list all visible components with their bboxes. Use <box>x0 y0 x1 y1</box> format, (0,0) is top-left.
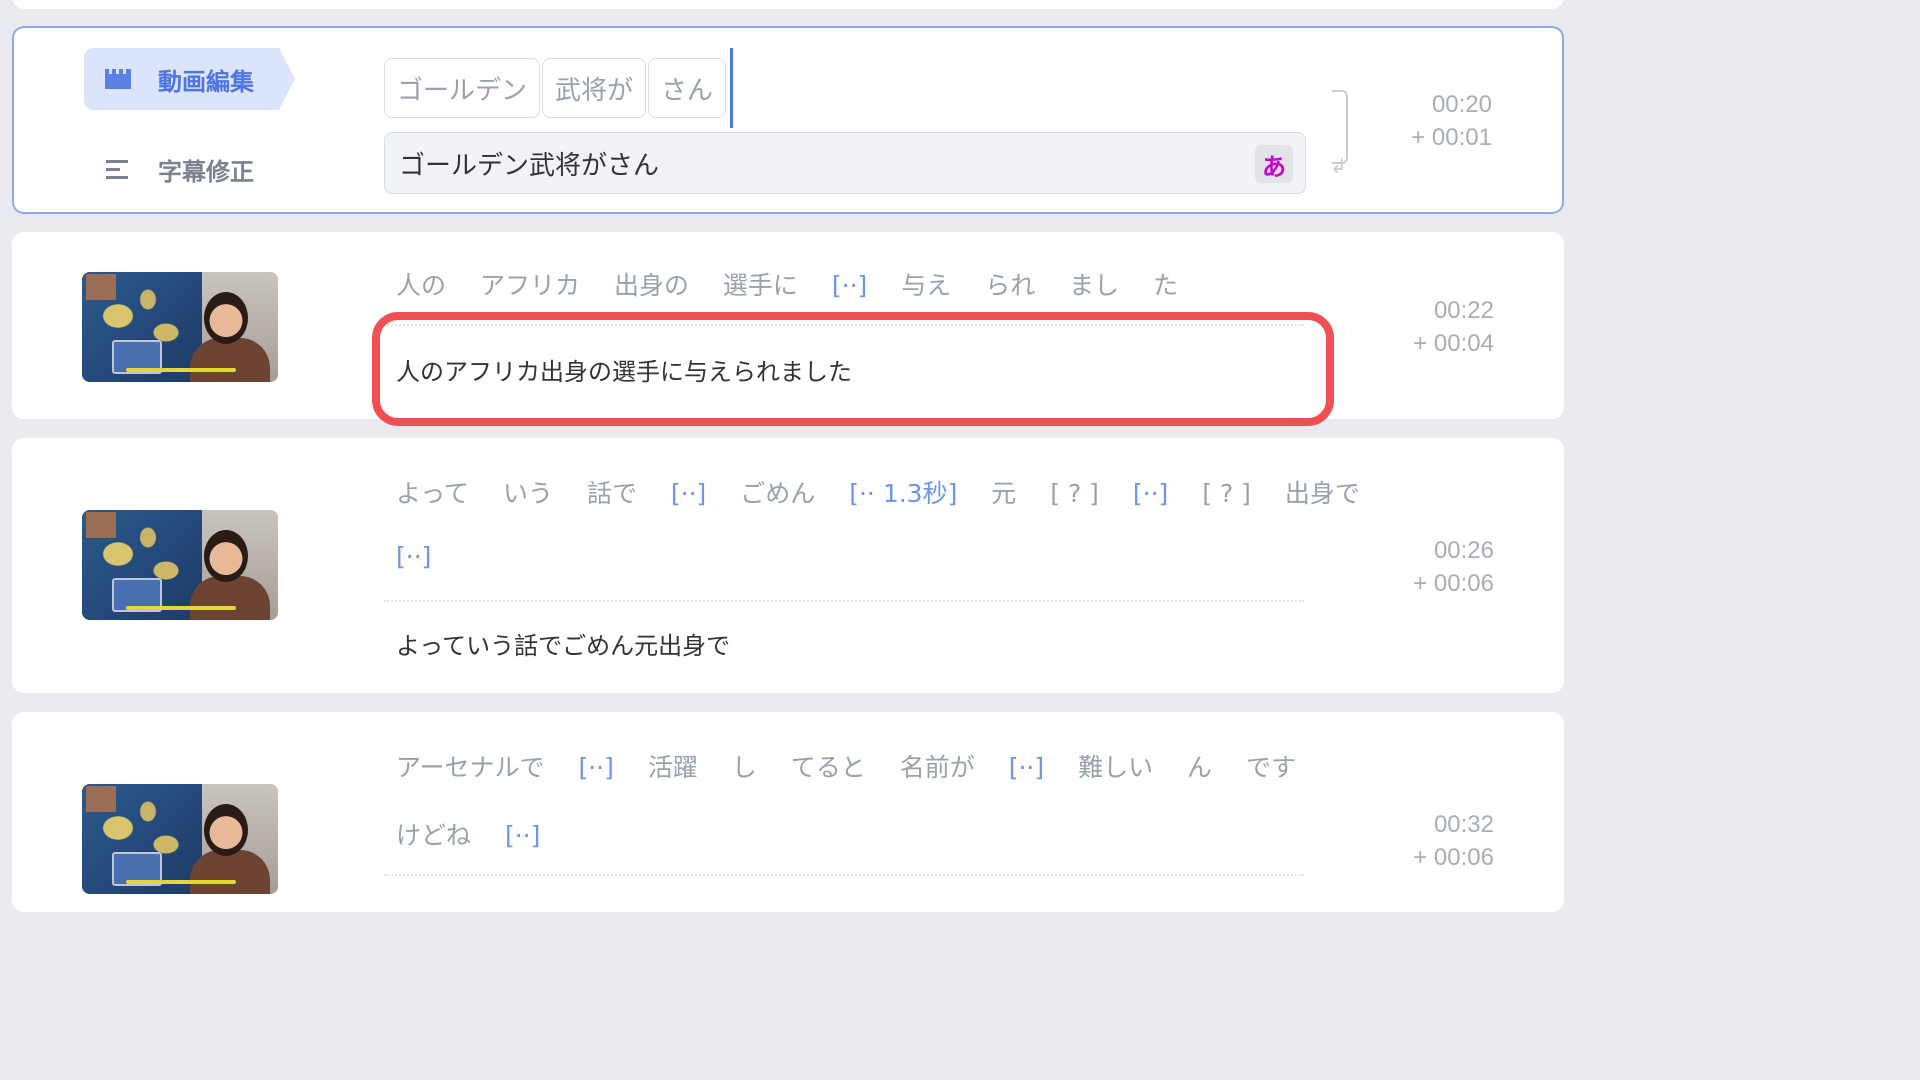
token[interactable]: 出身で <box>1285 479 1360 508</box>
token[interactable]: られ <box>985 271 1035 300</box>
token[interactable]: てると <box>791 753 866 782</box>
token-row: [··] <box>396 542 457 571</box>
unknown-token[interactable]: [ ? ] <box>1202 479 1251 508</box>
gap-token[interactable]: [··] <box>396 542 431 571</box>
subtitle-text-value: ゴールデン武将がさん <box>399 150 660 181</box>
token[interactable]: アーセナルで <box>396 753 545 782</box>
text-cursor <box>730 48 734 128</box>
active-segment-card: 動画編集 字幕修正 ゴールデン 武将が さん ゴールデン武将がさん あ ↲ 00… <box>12 26 1564 214</box>
video-thumbnail[interactable] <box>82 784 278 894</box>
gap-token[interactable]: [··] <box>505 821 540 850</box>
segment-duration: + 00:01 <box>1411 124 1492 151</box>
token[interactable]: 元 <box>991 479 1016 508</box>
gap-token[interactable]: [··] <box>1009 753 1044 782</box>
token[interactable]: 与え <box>901 271 951 300</box>
return-arrow-icon: ↲ <box>1330 154 1347 178</box>
token[interactable]: 選手に <box>723 271 798 300</box>
token-row: けどね [··] <box>396 816 566 852</box>
token-row: よって いう 話で [··] ごめん [·· 1.3秒] 元 [ ? ] [··… <box>396 474 1386 510</box>
segment-duration: + 00:06 <box>1413 570 1494 597</box>
token[interactable]: ごめん <box>740 479 815 508</box>
token[interactable]: 活躍 <box>648 753 698 782</box>
tab-subtitle-edit[interactable]: 字幕修正 <box>84 138 294 200</box>
gap-token[interactable]: [··] <box>1133 479 1168 508</box>
segment-duration: + 00:04 <box>1413 330 1494 357</box>
tab-video-edit[interactable]: 動画編集 <box>84 48 295 110</box>
ime-toggle-label: あ <box>1262 152 1286 181</box>
tab-video-edit-label: 動画編集 <box>158 67 254 96</box>
word-chip[interactable]: さん <box>648 58 727 118</box>
token[interactable]: アフリカ <box>480 271 580 300</box>
segment-time: 00:26 + 00:06 <box>1413 534 1494 600</box>
previous-segment-card <box>12 0 1564 9</box>
token[interactable]: いう <box>503 479 553 508</box>
token-row: 人の アフリカ 出身の 選手に [··] 与え られ まし た <box>396 266 1204 302</box>
word-chip[interactable]: 武将が <box>542 58 647 118</box>
segment-timestamp: 00:26 <box>1433 537 1494 564</box>
segment-time: 00:32 + 00:06 <box>1413 808 1494 874</box>
gap-token[interactable]: [··] <box>671 479 706 508</box>
segment-time: 00:20 + 00:01 <box>1411 88 1492 154</box>
link-bracket-icon <box>1332 90 1348 164</box>
clapperboard-icon <box>105 69 131 89</box>
subtitle-result-text[interactable]: よっていう話でごめん元出身で <box>396 626 730 661</box>
token[interactable]: 人の <box>396 271 446 300</box>
video-thumbnail[interactable] <box>82 272 278 382</box>
gap-token[interactable]: [··] <box>832 271 867 300</box>
segment-timestamp: 00:32 <box>1433 811 1494 838</box>
segment-time: 00:22 + 00:04 <box>1413 294 1494 360</box>
segment-timestamp: 00:20 <box>1431 91 1492 118</box>
annotation-highlight-box <box>372 312 1334 426</box>
token[interactable]: けどね <box>396 821 471 850</box>
token[interactable]: まし <box>1069 271 1119 300</box>
subtitle-text-input[interactable]: ゴールデン武将がさん あ <box>384 132 1306 194</box>
word-chip[interactable]: ゴールデン <box>384 58 541 118</box>
token[interactable]: 話で <box>587 479 637 508</box>
token[interactable]: よって <box>396 479 469 508</box>
segment-card[interactable]: アーセナルで [··] 活躍 し てると 名前が [··] 難しい ん です け… <box>12 712 1564 912</box>
segment-card[interactable]: よって いう 話で [··] ごめん [·· 1.3秒] 元 [ ? ] [··… <box>12 438 1564 693</box>
divider <box>384 874 1304 876</box>
video-thumbnail[interactable] <box>82 510 278 620</box>
token[interactable]: です <box>1246 753 1296 782</box>
token[interactable]: 名前が <box>900 753 975 782</box>
ime-toggle-button[interactable]: あ <box>1255 145 1293 183</box>
gap-token[interactable]: [··] <box>578 753 613 782</box>
token[interactable]: た <box>1153 271 1178 300</box>
word-chip-row: ゴールデン 武将が さん <box>384 48 734 128</box>
token[interactable]: ん <box>1187 753 1212 782</box>
gap-token-timed[interactable]: [·· 1.3秒] <box>849 479 957 508</box>
token[interactable]: 難しい <box>1078 753 1153 782</box>
unknown-token[interactable]: [ ? ] <box>1050 479 1099 508</box>
segment-timestamp: 00:22 <box>1433 297 1494 324</box>
segment-duration: + 00:06 <box>1413 844 1494 871</box>
token[interactable]: し <box>732 753 757 782</box>
token[interactable]: 出身の <box>614 271 689 300</box>
token-row: アーセナルで [··] 活躍 し てると 名前が [··] 難しい ん です <box>396 748 1322 784</box>
tab-subtitle-edit-label: 字幕修正 <box>158 157 254 186</box>
divider <box>384 600 1304 602</box>
subtitle-lines-icon <box>106 160 128 179</box>
